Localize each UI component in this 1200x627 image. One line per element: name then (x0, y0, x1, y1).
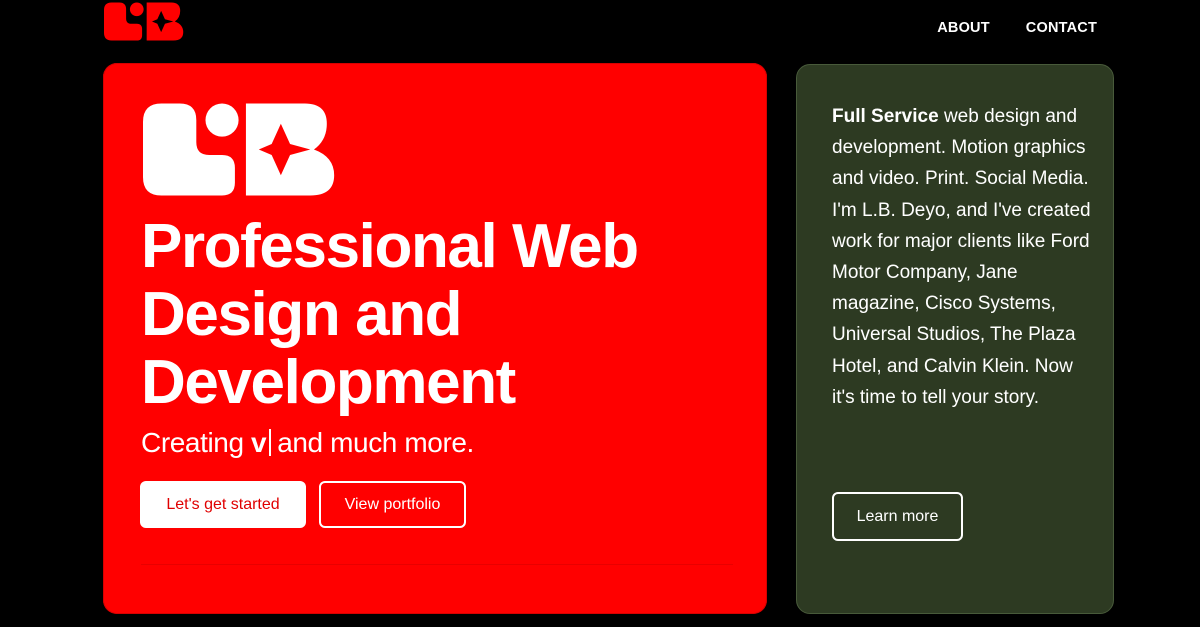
services-description: Full Service web design and development.… (832, 101, 1094, 413)
hero-subtitle: Creating v and much more. (141, 427, 474, 459)
services-body: web design and development. Motion graph… (832, 106, 1091, 408)
services-card: Full Service web design and development.… (796, 64, 1114, 614)
main-nav: ABOUT CONTACT (937, 20, 1097, 36)
get-started-button[interactable]: Let's get started (140, 481, 306, 528)
lb-logo-large-icon (143, 103, 335, 196)
view-portfolio-button[interactable]: View portfolio (319, 481, 466, 528)
hero-title: Professional Web Design and Development (141, 212, 639, 417)
hero-divider (141, 564, 733, 565)
text-cursor-icon (269, 429, 272, 456)
hero-subtitle-prefix: Creating (141, 427, 252, 458)
hero-card: Professional Web Design and Development … (103, 63, 767, 614)
hero-subtitle-typed: v (251, 427, 267, 458)
nav-contact-link[interactable]: CONTACT (1026, 20, 1097, 36)
learn-more-button[interactable]: Learn more (832, 492, 963, 541)
hero-subtitle-suffix: and much more. (277, 427, 474, 458)
lb-logo-icon[interactable] (104, 2, 184, 41)
nav-about-link[interactable]: ABOUT (937, 20, 990, 36)
services-lead: Full Service (832, 106, 939, 127)
